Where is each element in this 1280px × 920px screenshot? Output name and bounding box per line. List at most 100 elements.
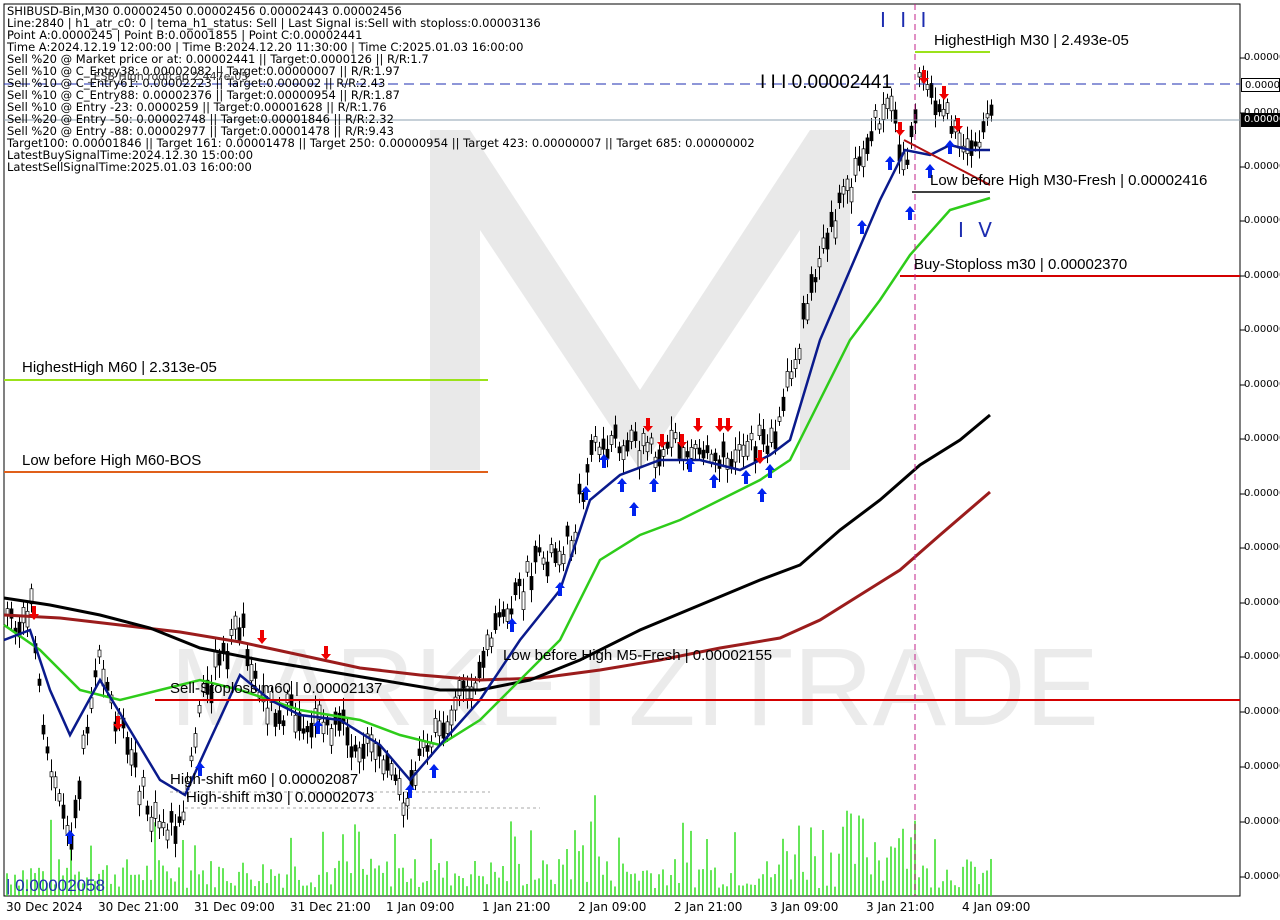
volume-bar — [662, 869, 664, 896]
volume-bar — [622, 863, 624, 896]
candle-body — [309, 722, 314, 738]
volume-bar — [298, 879, 300, 896]
price-label: 0.00000 — [1244, 433, 1280, 444]
candle-body — [629, 429, 634, 442]
time-label: 1 Jan 21:00 — [482, 900, 551, 914]
candle-body — [241, 613, 246, 628]
price-label: 0.00000 — [1244, 270, 1280, 281]
candle-body — [561, 554, 566, 565]
volume-bar — [886, 857, 888, 896]
volume-bar — [822, 830, 824, 896]
candle-body — [597, 446, 602, 455]
low-before-high-m60-label: Low before High M60-BOS — [22, 452, 202, 469]
volume-bar — [802, 871, 804, 896]
candle-body — [565, 525, 570, 537]
volume-bar — [806, 879, 808, 896]
candle-body — [593, 436, 598, 443]
volume-bar — [126, 859, 128, 896]
sell-stoploss-label: Sell-Stoploss m60 | 0.00002137 — [170, 680, 383, 697]
candle-body — [645, 442, 650, 453]
candle-body — [549, 544, 554, 554]
price-label: 0.00000 — [1244, 542, 1280, 553]
candle-body — [713, 452, 718, 462]
candle-body — [925, 84, 930, 90]
volume-bar — [798, 825, 800, 896]
candle-body — [137, 790, 142, 806]
volume-bar — [322, 831, 324, 896]
volume-bar — [230, 882, 232, 896]
volume-bar — [590, 821, 592, 896]
price-label: 0.00000 — [1244, 816, 1280, 827]
volume-bar — [922, 865, 924, 896]
volume-bar — [482, 876, 484, 896]
volume-bar — [114, 874, 116, 896]
candle-body — [221, 642, 226, 653]
volume-bar — [882, 880, 884, 896]
candle-body — [265, 707, 270, 725]
candle-body — [373, 743, 378, 760]
volume-bar — [386, 861, 388, 896]
volume-bar — [138, 874, 140, 896]
candle-body — [661, 449, 666, 457]
volume-bar — [542, 860, 544, 896]
candle-body — [829, 211, 834, 227]
candle-body — [869, 131, 874, 142]
candle-body — [821, 237, 826, 249]
volume-bar — [774, 874, 776, 896]
volume-bar — [486, 884, 488, 896]
volume-bar — [218, 866, 220, 896]
candle-body — [529, 576, 534, 591]
volume-bar — [674, 859, 676, 896]
volume-bar — [314, 887, 316, 896]
candle-body — [237, 627, 242, 641]
candle-body — [401, 802, 406, 816]
volume-bar — [534, 879, 536, 896]
volume-bar — [270, 869, 272, 896]
volume-bar — [630, 874, 632, 896]
current-price-label: 0.00000 — [1241, 113, 1280, 127]
volume-bar — [150, 879, 152, 896]
candle-body — [93, 670, 98, 678]
candle-body — [933, 100, 938, 116]
candle-body — [977, 141, 982, 148]
volume-bar — [190, 870, 192, 896]
candle-body — [97, 649, 102, 658]
volume-bar — [714, 867, 716, 896]
candle-body — [61, 804, 66, 819]
volume-bar — [510, 821, 512, 896]
volume-bar — [206, 884, 208, 896]
volume-bar — [962, 866, 964, 896]
volume-bar — [966, 859, 968, 896]
volume-bar — [658, 874, 660, 896]
candle-body — [321, 721, 326, 735]
volume-bar — [574, 830, 576, 896]
candle-body — [985, 113, 990, 119]
volume-bar — [394, 833, 396, 896]
volume-bar — [426, 881, 428, 896]
point-c-label: I I I 0.00002441 — [760, 72, 893, 93]
candle-body — [441, 722, 446, 739]
volume-bar — [982, 872, 984, 896]
volume-bar — [894, 847, 896, 896]
volume-bar — [526, 883, 528, 896]
candle-body — [617, 446, 622, 454]
volume-bar — [866, 857, 868, 896]
volume-bar — [434, 870, 436, 896]
candle-body — [697, 447, 702, 455]
volume-bar — [186, 887, 188, 896]
candle-body — [57, 793, 62, 802]
volume-bar — [646, 870, 648, 896]
candle-body — [405, 797, 410, 807]
volume-bar — [250, 879, 252, 896]
volume-bar — [618, 837, 620, 896]
candle-body — [525, 561, 530, 573]
volume-bar — [174, 881, 176, 896]
candle-body — [505, 608, 510, 622]
volume-bar — [758, 878, 760, 896]
volume-bar — [430, 838, 432, 896]
volume-bar — [770, 877, 772, 896]
candle-body — [881, 103, 886, 120]
candle-body — [149, 816, 154, 832]
volume-bar — [110, 883, 112, 896]
price-label: 0.00000 — [1244, 597, 1280, 608]
